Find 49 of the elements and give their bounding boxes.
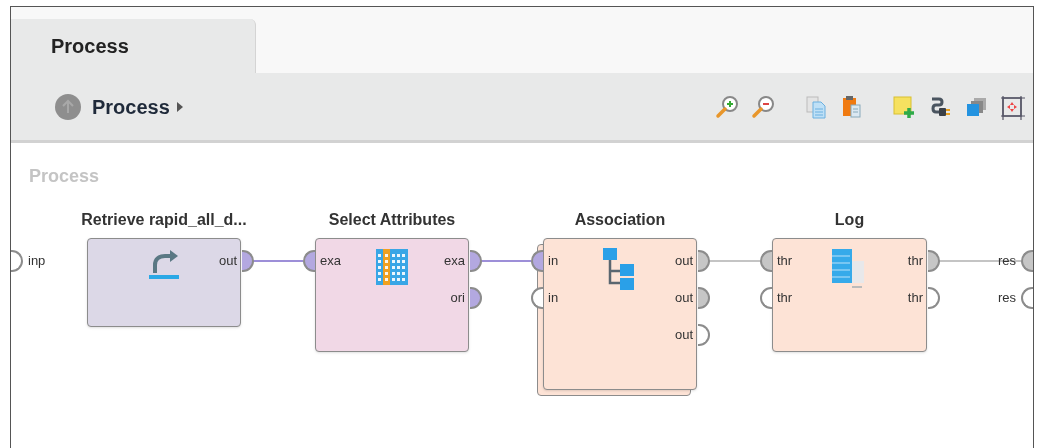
add-note-icon[interactable] xyxy=(891,93,917,120)
port[interactable] xyxy=(698,324,710,346)
up-icon[interactable] xyxy=(54,92,82,121)
port-label: out xyxy=(674,326,693,345)
operator-title: Select Attributes xyxy=(327,210,457,230)
operator-title: Log xyxy=(833,210,866,230)
breadcrumb-link[interactable]: Process xyxy=(92,91,170,122)
port-label: out xyxy=(674,289,693,308)
operator-title: Association xyxy=(573,210,667,230)
port[interactable] xyxy=(760,287,772,309)
operator-node[interactable] xyxy=(315,238,469,352)
port[interactable] xyxy=(1021,250,1033,272)
canvas-title: Process xyxy=(29,165,100,188)
port-label: thr xyxy=(907,252,923,271)
port[interactable] xyxy=(531,287,543,309)
port-label: res xyxy=(997,252,1016,271)
port[interactable] xyxy=(470,287,482,309)
port-label: ori xyxy=(450,289,465,308)
operator-node[interactable] xyxy=(772,238,927,352)
caret-icon[interactable] xyxy=(175,100,184,113)
operator-node[interactable] xyxy=(543,238,697,390)
port[interactable] xyxy=(303,250,315,272)
operator-node[interactable] xyxy=(87,238,241,327)
port-label: res xyxy=(997,289,1016,308)
zoom-out-icon[interactable] xyxy=(751,93,777,120)
port[interactable] xyxy=(760,250,772,272)
port-label: exa xyxy=(444,252,465,271)
tab[interactable]: Process xyxy=(11,19,256,73)
port[interactable] xyxy=(470,250,482,272)
port[interactable] xyxy=(928,287,940,309)
port[interactable] xyxy=(928,250,940,272)
fit-to-screen-icon[interactable] xyxy=(999,93,1025,120)
port-label: inp xyxy=(28,252,46,271)
port[interactable] xyxy=(1021,287,1033,309)
port-label: exa xyxy=(320,252,341,271)
port-label: out xyxy=(218,252,237,271)
port-label: out xyxy=(674,252,693,271)
zoom-in-icon[interactable] xyxy=(715,93,741,120)
port-label: thr xyxy=(777,252,793,271)
port[interactable] xyxy=(698,250,710,272)
port[interactable] xyxy=(11,250,23,272)
port-label: in xyxy=(548,289,559,308)
port-label: thr xyxy=(907,289,923,308)
operator-title: Retrieve rapid_all_d... xyxy=(80,210,248,230)
port-label: thr xyxy=(777,289,793,308)
port[interactable] xyxy=(531,250,543,272)
port-label: in xyxy=(548,252,559,271)
port[interactable] xyxy=(698,287,710,309)
port[interactable] xyxy=(242,250,254,272)
